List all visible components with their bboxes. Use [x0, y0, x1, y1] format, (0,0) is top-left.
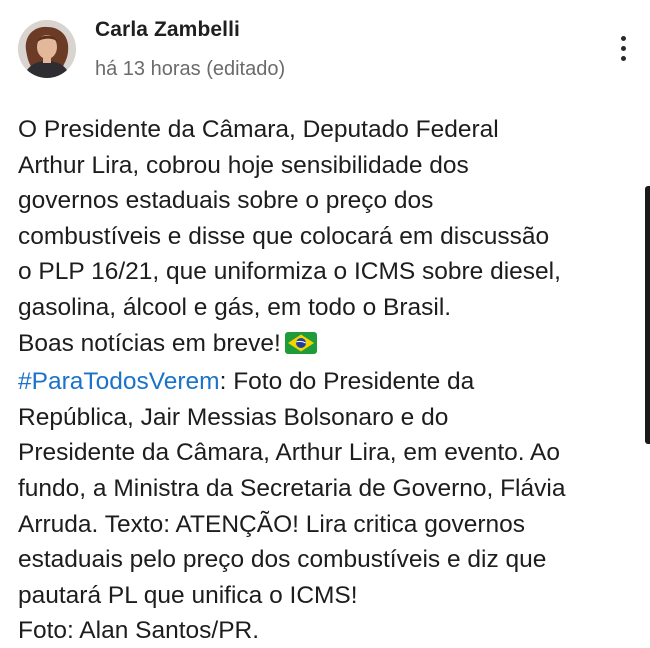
hashtag-link[interactable]: #ParaTodosVerem: [18, 368, 220, 395]
description-line: estaduais pelo preço dos combustíveis e …: [18, 546, 547, 574]
author-avatar[interactable]: [18, 20, 76, 78]
hashtag-line: #ParaTodosVerem: Foto do Presidente da: [18, 364, 643, 400]
description-line: fundo, a Ministra da Secretaria de Gover…: [18, 474, 566, 502]
post-line: Arthur Lira, cobrou hoje sensibilidade d…: [18, 151, 469, 179]
description-line: Foto: Alan Santos/PR.: [18, 617, 260, 645]
more-options-button[interactable]: [606, 30, 640, 66]
description-line: República, Jair Messias Bolsonaro e do: [18, 403, 449, 431]
post-line: governos estaduais sobre o preço dos: [18, 187, 434, 215]
profile-photo: [18, 20, 76, 78]
description-line: Arruda. Texto: ATENÇÃO! Lira critica gov…: [18, 510, 525, 538]
post-line: O Presidente da Câmara, Deputado Federal: [18, 116, 499, 143]
post-line-with-flag: Boas notícias em breve!: [18, 326, 643, 365]
author-name[interactable]: Carla Zambelli: [95, 18, 240, 42]
description-line: Presidente da Câmara, Arthur Lira, em ev…: [18, 439, 561, 467]
post-timestamp: há 13 horas (editado): [95, 58, 286, 80]
description-line: pautará PL que unifica o ICMS!: [18, 581, 358, 609]
post-line: gasolina, álcool e gás, em todo o Brasil…: [18, 293, 452, 321]
post-line: o PLP 16/21, que uniformiza o ICMS sobre…: [18, 258, 561, 286]
hashtag-line-text: : Foto do Presidente da: [219, 368, 475, 396]
scrollbar[interactable]: [645, 186, 650, 444]
more-vertical-icon: [620, 35, 626, 41]
post-body: O Presidente da Câmara, Deputado Federal…: [18, 112, 643, 648]
brazil-flag-icon: [284, 329, 317, 365]
post-line: Boas notícias em breve!: [18, 329, 281, 357]
more-vertical-icon-dot: [620, 45, 626, 51]
more-vertical-icon-dot: [620, 55, 626, 61]
post-card: Carla Zambelli há 13 horas (editado) O P…: [0, 0, 650, 648]
post-line: combustíveis e disse que colocará em dis…: [18, 222, 550, 250]
